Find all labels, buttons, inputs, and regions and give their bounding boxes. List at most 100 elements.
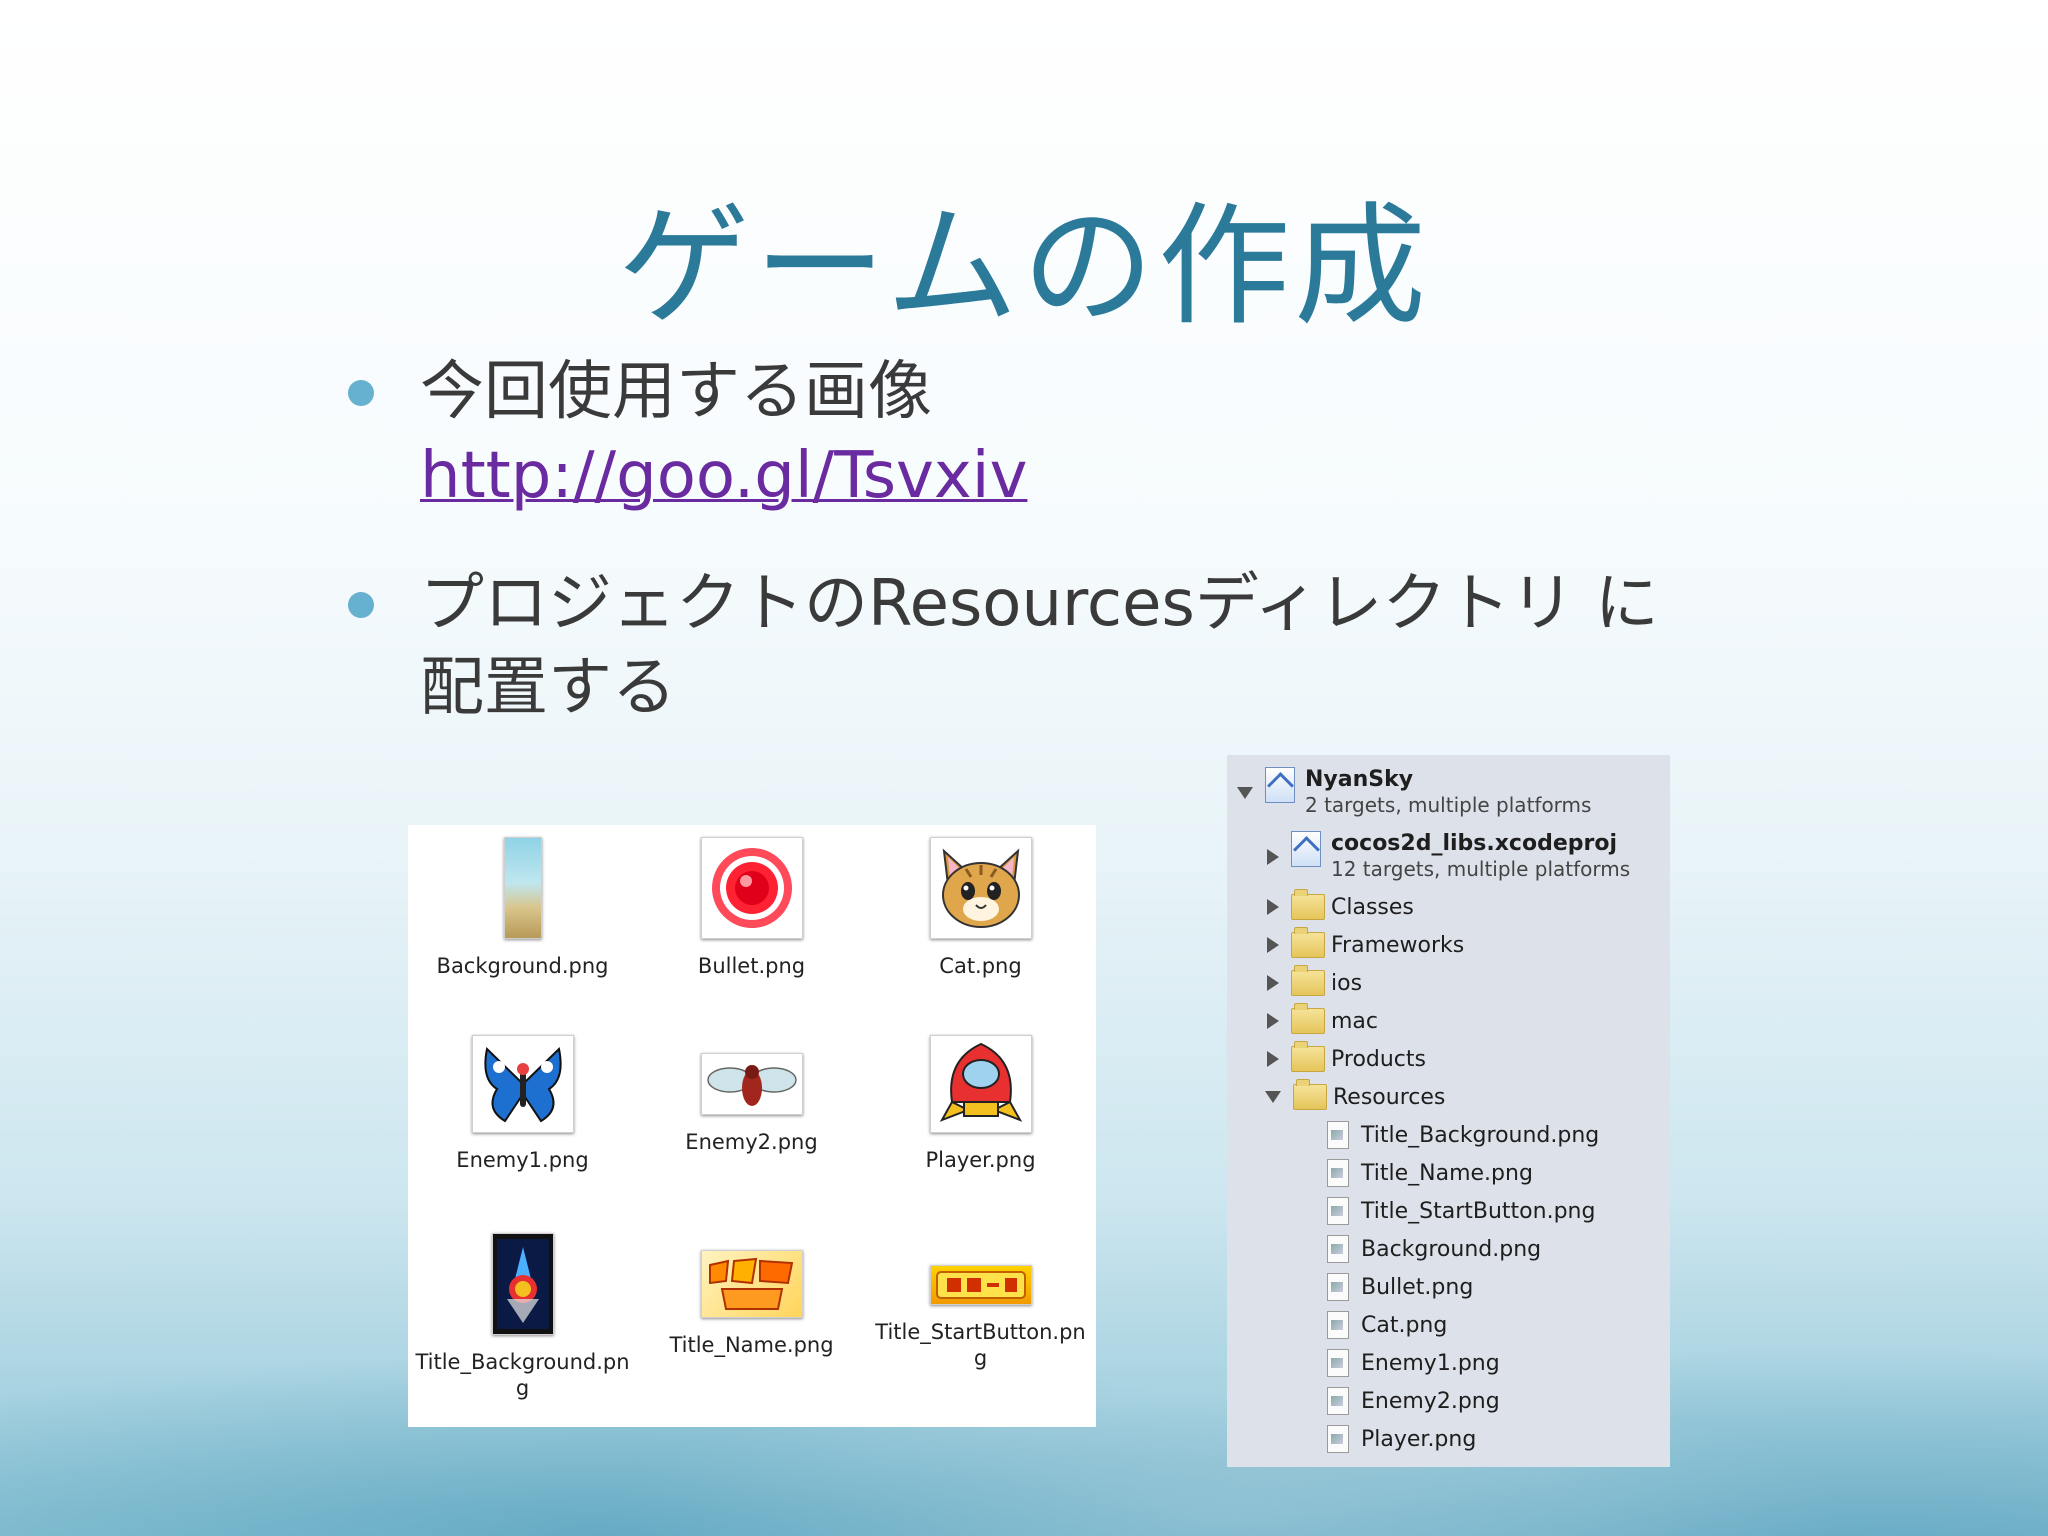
slide-title: ゲームの作成 bbox=[617, 190, 1431, 344]
png-file-icon bbox=[1327, 1235, 1349, 1263]
file-name: Title_Name.png bbox=[669, 1333, 834, 1357]
butterfly-icon bbox=[483, 1047, 562, 1123]
resource-file-row[interactable]: Enemy1.png bbox=[1327, 1347, 1500, 1379]
xcode-project-icon bbox=[1291, 831, 1321, 867]
file-item[interactable]: Player.png bbox=[866, 1035, 1095, 1173]
resource-file-name: Title_Background.png bbox=[1361, 1122, 1600, 1148]
title-startbutton-thumbnail bbox=[929, 1265, 1032, 1305]
bullet-dot-icon bbox=[348, 380, 374, 406]
group-label: Resources bbox=[1333, 1084, 1446, 1110]
bullet-item-resources: プロジェクトのResourcesディレクトリ に配置する bbox=[340, 562, 1720, 730]
subproject-row[interactable]: cocos2d_libs.xcodeproj 12 targets, multi… bbox=[1267, 831, 1630, 887]
resource-file-row[interactable]: Title_Name.png bbox=[1327, 1157, 1533, 1189]
group-row-mac[interactable]: mac bbox=[1267, 1003, 1379, 1037]
file-item[interactable]: Bullet.png bbox=[637, 837, 866, 979]
disclosure-triangle-icon[interactable] bbox=[1267, 899, 1279, 915]
file-name: Player.png bbox=[925, 1148, 1036, 1172]
enemy1-thumbnail bbox=[471, 1035, 574, 1133]
project-name: NyanSky bbox=[1305, 767, 1414, 792]
resource-file-row[interactable]: Cat.png bbox=[1327, 1309, 1447, 1341]
png-file-icon bbox=[1327, 1311, 1349, 1339]
group-label: Products bbox=[1331, 1046, 1426, 1072]
resource-file-row[interactable]: Title_StartButton.png bbox=[1327, 1195, 1595, 1227]
file-item[interactable]: Enemy1.png bbox=[408, 1035, 637, 1173]
file-name: Bullet.png bbox=[697, 954, 806, 978]
png-file-icon bbox=[1327, 1387, 1349, 1415]
bullet-dot-icon bbox=[348, 592, 374, 618]
file-name: Title_StartButton.png bbox=[875, 1320, 1086, 1370]
file-name: Title_Background.png bbox=[415, 1350, 630, 1400]
project-subtitle: 2 targets, multiple platforms bbox=[1305, 793, 1592, 817]
png-file-icon bbox=[1327, 1349, 1349, 1377]
png-file-icon bbox=[1327, 1425, 1349, 1453]
group-row-ios[interactable]: ios bbox=[1267, 965, 1363, 999]
file-name: Cat.png bbox=[939, 954, 1022, 978]
disclosure-triangle-icon[interactable] bbox=[1267, 849, 1279, 865]
resource-file-row[interactable]: Player.png bbox=[1327, 1423, 1476, 1455]
subproject-subtitle: 12 targets, multiple platforms bbox=[1331, 857, 1631, 881]
disclosure-triangle-icon[interactable] bbox=[1267, 1013, 1279, 1029]
png-file-icon bbox=[1327, 1197, 1349, 1225]
project-row[interactable]: NyanSky 2 targets, multiple platforms bbox=[1237, 767, 1591, 823]
group-row-frameworks[interactable]: Frameworks bbox=[1267, 927, 1465, 961]
title-logo-icon bbox=[708, 1257, 793, 1310]
subproject-name: cocos2d_libs.xcodeproj bbox=[1331, 831, 1618, 856]
file-item[interactable]: Background.png bbox=[408, 837, 637, 979]
disclosure-triangle-icon[interactable] bbox=[1267, 937, 1279, 953]
bullet-text: 今回使用する画像 bbox=[420, 355, 932, 429]
resource-file-row[interactable]: Title_Background.png bbox=[1327, 1119, 1599, 1151]
folder-icon bbox=[1291, 927, 1325, 958]
cat-thumbnail bbox=[929, 837, 1032, 939]
file-name: Enemy1.png bbox=[456, 1148, 589, 1172]
group-label: Frameworks bbox=[1331, 932, 1465, 958]
bullet-text: プロジェクトのResourcesディレクトリ に配置する bbox=[420, 567, 1659, 725]
resource-file-name: Background.png bbox=[1361, 1236, 1542, 1262]
png-file-icon bbox=[1327, 1273, 1349, 1301]
group-row-resources[interactable]: Resources bbox=[1265, 1079, 1446, 1113]
folder-icon bbox=[1291, 965, 1325, 996]
resource-file-name: Player.png bbox=[1361, 1426, 1477, 1452]
disclosure-triangle-icon[interactable] bbox=[1267, 1051, 1279, 1067]
file-item[interactable]: Title_Name.png bbox=[637, 1250, 866, 1358]
disclosure-triangle-icon[interactable] bbox=[1265, 1091, 1281, 1103]
folder-icon bbox=[1291, 889, 1325, 920]
file-item[interactable]: Title_Background.png bbox=[408, 1233, 637, 1401]
resource-file-name: Bullet.png bbox=[1361, 1274, 1474, 1300]
title-background-thumbnail bbox=[491, 1233, 554, 1335]
file-name: Background.png bbox=[436, 954, 609, 978]
group-label: Classes bbox=[1331, 894, 1414, 920]
folder-icon bbox=[1293, 1079, 1327, 1110]
spaceship-icon bbox=[939, 1042, 1022, 1122]
bullet-item-images: 今回使用する画像 http://goo.gl/Tsvxiv bbox=[340, 350, 1720, 518]
group-row-classes[interactable]: Classes bbox=[1267, 889, 1414, 923]
player-thumbnail bbox=[929, 1035, 1032, 1133]
resource-file-name: Title_StartButton.png bbox=[1361, 1198, 1596, 1224]
project-navigator: NyanSky 2 targets, multiple platforms co… bbox=[1227, 755, 1670, 1467]
png-file-icon bbox=[1327, 1121, 1349, 1149]
file-item[interactable]: Title_StartButton.png bbox=[866, 1265, 1095, 1371]
file-item[interactable]: Cat.png bbox=[866, 837, 1095, 979]
resource-file-row[interactable]: Enemy2.png bbox=[1327, 1385, 1500, 1417]
resource-file-name: Enemy1.png bbox=[1361, 1350, 1500, 1376]
folder-icon bbox=[1291, 1041, 1325, 1072]
title-background-image-icon bbox=[496, 1239, 549, 1329]
png-file-icon bbox=[1327, 1159, 1349, 1187]
file-item[interactable]: Enemy2.png bbox=[637, 1053, 866, 1155]
cat-face-icon bbox=[941, 848, 1020, 928]
title-name-thumbnail bbox=[700, 1250, 803, 1318]
folder-icon bbox=[1291, 1003, 1325, 1034]
start-button-icon bbox=[935, 1271, 1026, 1299]
finder-icon-grid: Background.png Bullet.png Cat.png Enemy1… bbox=[408, 825, 1096, 1427]
resource-file-row[interactable]: Background.png bbox=[1327, 1233, 1541, 1265]
images-link[interactable]: http://goo.gl/Tsvxiv bbox=[420, 434, 1720, 518]
disclosure-triangle-icon[interactable] bbox=[1267, 975, 1279, 991]
resource-file-name: Cat.png bbox=[1361, 1312, 1448, 1338]
file-name: Enemy2.png bbox=[685, 1130, 818, 1154]
group-label: ios bbox=[1331, 970, 1363, 996]
xcode-project-icon bbox=[1265, 767, 1295, 803]
resource-file-row[interactable]: Bullet.png bbox=[1327, 1271, 1473, 1303]
disclosure-triangle-icon[interactable] bbox=[1237, 787, 1253, 799]
group-label: mac bbox=[1331, 1008, 1379, 1034]
bullet-list: 今回使用する画像 http://goo.gl/Tsvxiv プロジェクトのRes… bbox=[340, 350, 1720, 774]
group-row-products[interactable]: Products bbox=[1267, 1041, 1426, 1075]
